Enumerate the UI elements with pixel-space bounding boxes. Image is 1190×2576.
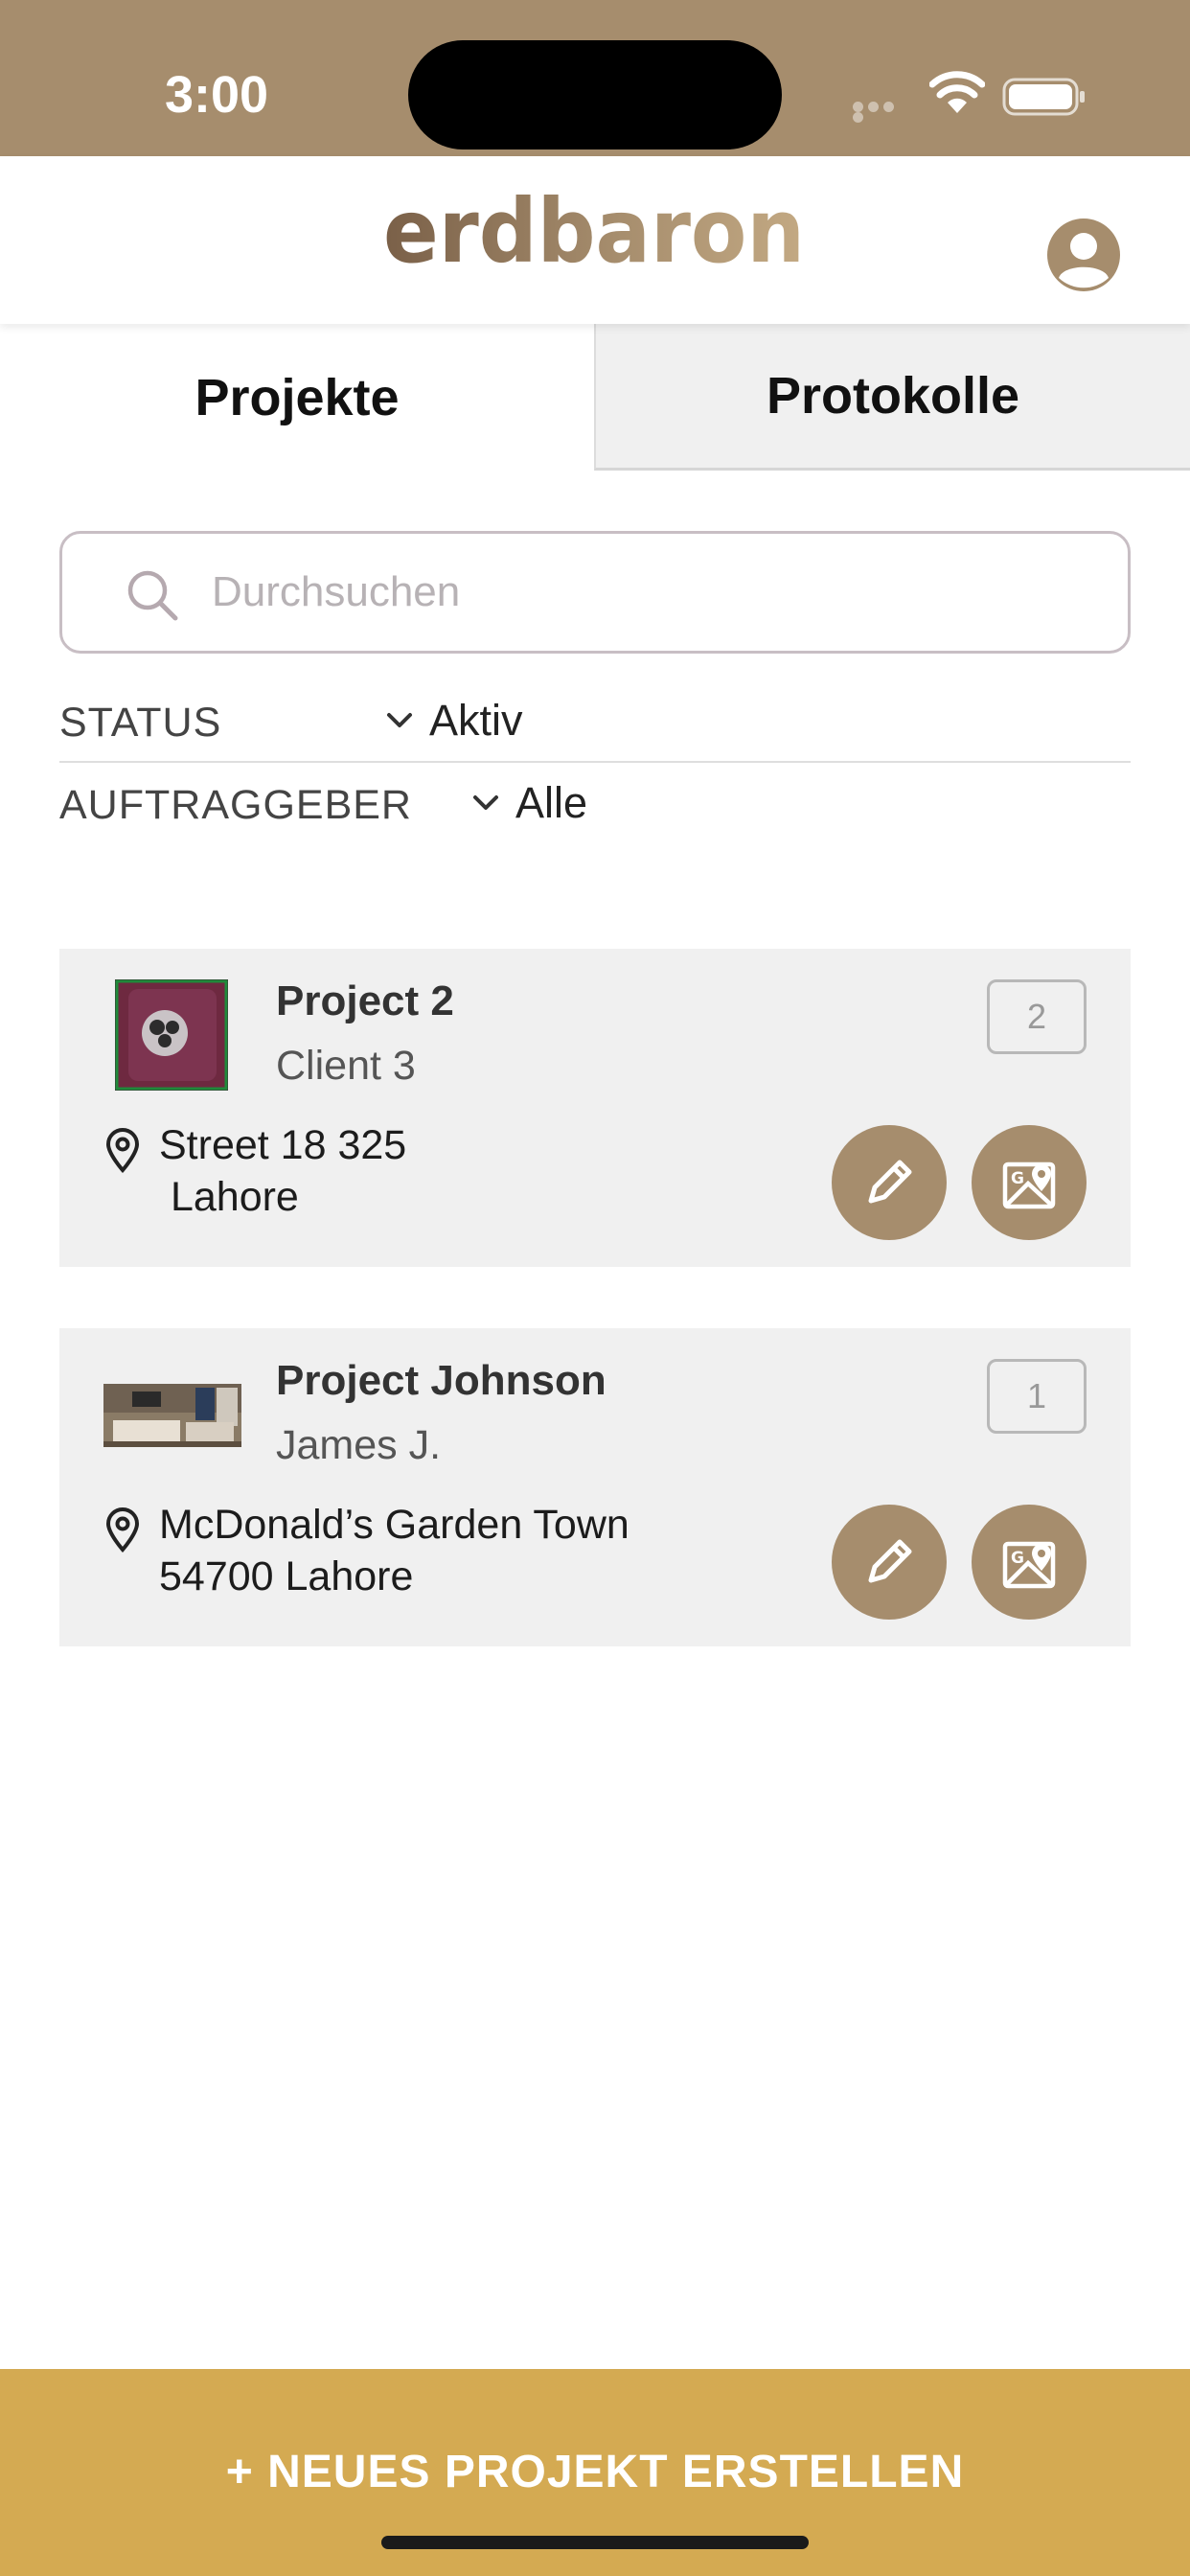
status-filter-value: Aktiv	[429, 696, 523, 745]
address-line-1: McDonald’s Garden Town	[159, 1502, 629, 1548]
pencil-icon	[868, 1160, 912, 1204]
project-card[interactable]: Project Johnson James J. 1 McDonald’s Ga…	[59, 1328, 1131, 1646]
project-address: McDonald’s Garden Town 54700 Lahore	[159, 1499, 629, 1602]
search-icon	[127, 570, 178, 621]
pencil-icon	[868, 1539, 912, 1583]
project-thumbnail	[103, 1384, 241, 1447]
location-pin-icon	[105, 1507, 140, 1552]
chevron-down-icon	[473, 795, 498, 810]
client-filter: AUFTRAGGEBER Alle	[59, 765, 1131, 845]
user-avatar-icon[interactable]	[1046, 218, 1121, 292]
protocol-count-badge: 1	[987, 1359, 1087, 1434]
project-card[interactable]: Project 2 Client 3 2 Street 18 325 Lahor…	[59, 949, 1131, 1267]
project-address: Street 18 325 Lahore	[159, 1119, 406, 1223]
status-filter-label: STATUS	[59, 700, 222, 746]
status-time: 3:00	[165, 66, 269, 124]
address-line-2: 54700 Lahore	[159, 1553, 414, 1599]
map-location-icon: G	[1002, 1541, 1056, 1589]
chevron-down-icon	[387, 713, 412, 727]
tab-projekte[interactable]: Projekte	[0, 324, 594, 471]
address-line-1: Street 18 325	[159, 1122, 407, 1168]
svg-text:G: G	[1011, 1169, 1024, 1188]
wifi-icon	[929, 71, 985, 113]
erdbaron-logo: erdbaron	[383, 185, 805, 281]
new-project-label: + NEUES PROJEKT ERSTELLEN	[225, 2447, 965, 2497]
home-indicator	[381, 2536, 809, 2549]
open-map-button[interactable]: G	[972, 1505, 1087, 1620]
phone-photo-image	[115, 979, 228, 1091]
room-photo-image	[103, 1384, 241, 1447]
open-map-button[interactable]: G	[972, 1125, 1087, 1240]
client-filter-select[interactable]: Alle	[471, 778, 587, 828]
edit-project-button[interactable]	[832, 1125, 947, 1240]
status-filter: STATUS Aktiv	[59, 682, 1131, 763]
protocol-count-badge: 2	[987, 979, 1087, 1054]
project-client: James J.	[276, 1422, 442, 1468]
cellular-signal-icon	[853, 102, 912, 123]
location-pin-icon	[105, 1128, 140, 1173]
battery-icon	[1002, 78, 1085, 116]
edit-project-button[interactable]	[832, 1505, 947, 1620]
client-filter-value: Alle	[515, 778, 588, 827]
search-box[interactable]	[59, 531, 1131, 654]
app-header: erdbaron	[0, 156, 1190, 324]
search-input[interactable]	[212, 553, 1074, 632]
dynamic-island	[408, 40, 782, 150]
project-client: Client 3	[276, 1043, 416, 1089]
project-title: Project Johnson	[276, 1357, 606, 1404]
address-line-2: Lahore	[159, 1174, 299, 1220]
status-bar: 3:00	[0, 0, 1190, 156]
tab-protokolle[interactable]: Protokolle	[594, 324, 1190, 471]
svg-text:G: G	[1011, 1549, 1024, 1568]
map-location-icon: G	[1002, 1162, 1056, 1209]
project-title: Project 2	[276, 978, 454, 1024]
status-filter-select[interactable]: Aktiv	[385, 696, 523, 746]
client-filter-label: AUFTRAGGEBER	[59, 782, 412, 828]
project-thumbnail	[115, 979, 228, 1091]
tab-bar: Projekte Protokolle	[0, 324, 1190, 471]
svg-text:erdbaron: erdbaron	[383, 185, 805, 281]
